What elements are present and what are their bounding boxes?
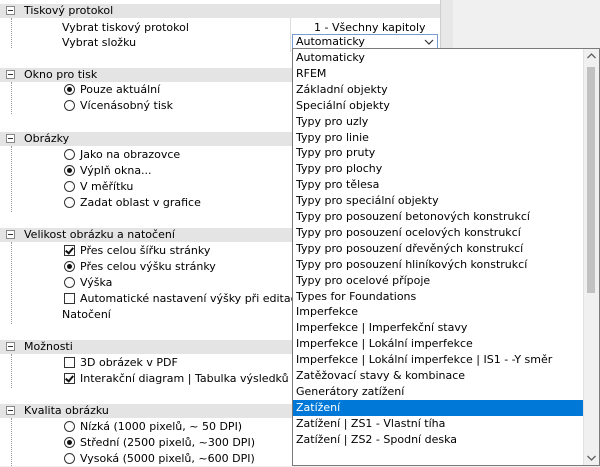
option-label: Interakční diagram | Tabulka výsledků [80,372,289,385]
dropdown-option[interactable]: Typy pro speciální objekty [293,193,583,209]
dropdown-option[interactable]: Typy pro posouzení betonových konstrukcí [293,209,583,225]
scroll-up-icon[interactable] [587,53,596,59]
option-label: Výška [80,276,113,289]
dropdown-option[interactable]: RFEM [293,66,583,82]
radio-button[interactable] [64,421,75,432]
dropdown-option[interactable]: Types for Foundations [293,289,583,305]
option-label: Výplň okna... [80,164,152,177]
dropdown-option[interactable]: Typy pro uzly [293,114,583,130]
option-label: V měřítku [80,180,134,193]
dropdown-option[interactable]: Typy pro ocelové přípoje [293,273,583,289]
radio-button[interactable] [64,197,75,208]
dropdown-option[interactable]: Zatížení | ZS2 - Spodní deska [293,432,583,448]
property-label: Vybrat složku [62,36,137,49]
option-label: Vysoká (5000 pixelů, ~600 DPI) [80,452,255,465]
collapse-icon[interactable] [6,406,15,415]
radio-button[interactable] [64,149,75,160]
option-label: Jako na obrazovce [80,148,181,161]
dropdown-option[interactable]: Speciální objekty [293,98,583,114]
dropdown-option[interactable]: Základní objekty [293,82,583,98]
option-label: Pouze aktuální [80,83,161,96]
checkbox[interactable] [64,373,75,384]
scrollbar-thumb[interactable] [587,67,595,293]
checkbox[interactable] [64,357,75,368]
tree-line [11,242,13,324]
radio-button[interactable] [64,165,75,176]
section-title: Možnosti [24,340,73,353]
natoceni-label[interactable]: Natočení [62,307,111,323]
collapse-icon[interactable] [6,342,15,351]
section-title: Obrázky [24,132,70,145]
section-title: Okno pro tisk [24,68,98,81]
dropdown-scrollbar[interactable] [583,49,599,465]
dropdown-option[interactable]: Typy pro posouzení dřevěných konstrukcí [293,241,583,257]
dropdown-option[interactable]: Generátory zatížení [293,384,583,400]
tree-line [11,82,13,114]
option-label: Automatické nastavení výšky při editaci [80,292,300,305]
option-label: Nízká (1000 pixelů, ~ 50 DPI) [80,420,243,433]
dropdown-option[interactable]: Typy pro tělesa [293,177,583,193]
dropdown-option[interactable]: Imperfekce [293,304,583,320]
radio-button[interactable] [64,261,75,272]
column-divider [290,18,291,52]
option-label: Střední (2500 pixelů, ~300 DPI) [80,436,255,449]
dropdown-option[interactable]: Imperfekce | Lokální imperfekce [293,336,583,352]
collapse-icon[interactable] [6,134,15,143]
section-title: Kvalita obrázku [24,404,109,417]
dropdown-option[interactable]: Zatížení | ZS1 - Vlastní tíha [293,416,583,432]
section-title: Velikost obrázku a natočení [24,228,175,241]
radio-button[interactable] [64,453,75,464]
dropdown-option[interactable]: Imperfekce | Lokální imperfekce | IS1 - … [293,352,583,368]
folder-select-value: Automaticky [296,35,365,48]
chevron-down-icon[interactable] [424,36,434,48]
option-label: 3D obrázek v PDF [80,356,178,369]
dropdown-option[interactable]: Typy pro plochy [293,161,583,177]
radio-button[interactable] [64,437,75,448]
tree-line [11,354,13,388]
scroll-down-icon[interactable] [587,455,596,461]
option-label: Zadat oblast v grafice [80,196,201,209]
radio-button[interactable] [64,181,75,192]
folder-dropdown-list[interactable]: Automaticky RFEM Základní objekty Speciální… [292,48,600,466]
dropdown-option[interactable]: Zatížení [293,399,583,416]
option-label: Vícenásobný tisk [80,99,174,112]
dropdown-option[interactable]: Typy pro posouzení ocelových konstrukcí [293,225,583,241]
checkbox[interactable] [64,293,75,304]
collapse-icon[interactable] [6,230,15,239]
tree-line [11,418,13,466]
dropdown-option[interactable]: Typy pro pruty [293,145,583,161]
dropdown-option[interactable]: Typy pro linie [293,130,583,146]
property-label: Vybrat tiskový protokol [62,21,189,34]
dropdown-option[interactable]: Imperfekce | Imperfekční stavy [293,320,583,336]
radio-button[interactable] [64,100,75,111]
collapse-icon[interactable] [6,6,15,15]
tree-line [11,146,13,212]
option-label: Přes celou výšku stránky [80,260,216,273]
checkbox[interactable] [64,245,75,256]
collapse-icon[interactable] [6,70,15,79]
option-label: Přes celou šířku stránky [80,244,211,257]
dropdown-option[interactable]: Automaticky [293,50,583,66]
radio-button[interactable] [64,84,75,95]
section-header-tiskovy-protokol[interactable]: Tiskový protokol [0,4,440,18]
radio-button[interactable] [64,277,75,288]
section-title: Tiskový protokol [24,4,114,17]
dropdown-option[interactable]: Typy pro posouzení hliníkových konstrukc… [293,257,583,273]
dropdown-option[interactable]: Zatěžovací stavy & kombinace [293,368,583,384]
